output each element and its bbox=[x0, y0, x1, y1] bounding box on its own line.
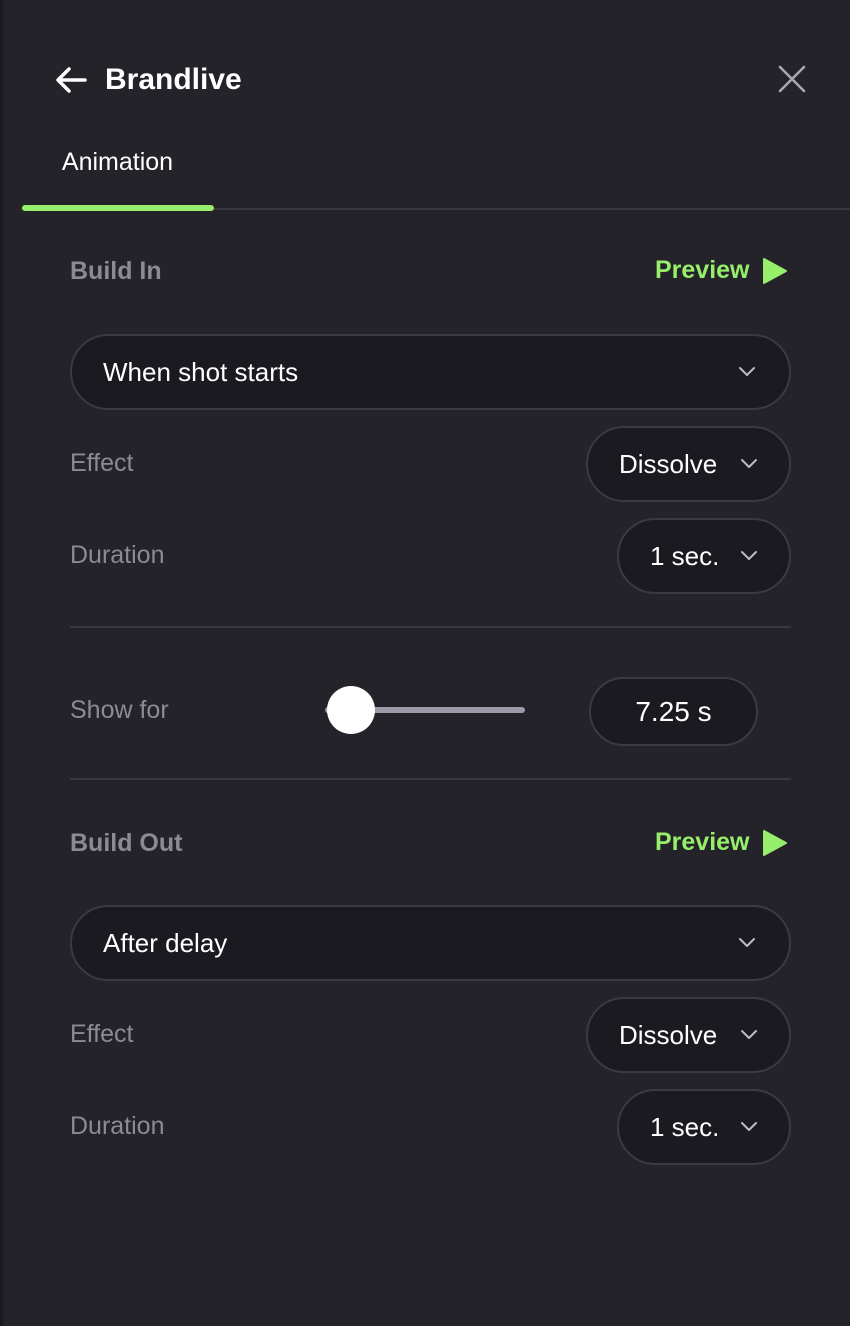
chevron-down-icon bbox=[739, 1025, 759, 1045]
build-out-effect-select[interactable]: Dissolve bbox=[586, 997, 791, 1073]
chevron-down-icon bbox=[739, 1117, 759, 1137]
chevron-down-icon bbox=[739, 454, 759, 474]
back-button[interactable] bbox=[53, 62, 89, 98]
build-in-trigger-value: When shot starts bbox=[103, 356, 299, 387]
build-out-duration-label: Duration bbox=[70, 1112, 165, 1140]
build-out-effect-value: Dissolve bbox=[619, 1019, 718, 1050]
build-in-title: Build In bbox=[70, 257, 162, 285]
chevron-down-icon bbox=[737, 362, 757, 382]
active-tab-indicator bbox=[22, 205, 214, 211]
arrow-left-icon bbox=[56, 67, 87, 93]
show-for-value: 7.25 s bbox=[635, 695, 712, 727]
build-out-duration-value: 1 sec. bbox=[650, 1111, 720, 1142]
close-button[interactable] bbox=[773, 60, 811, 98]
show-for-slider-thumb[interactable] bbox=[327, 686, 375, 734]
close-icon bbox=[778, 65, 806, 93]
build-out-effect-label: Effect bbox=[70, 1020, 134, 1048]
play-icon bbox=[762, 257, 787, 284]
build-in-trigger-select[interactable]: When shot starts bbox=[70, 334, 791, 410]
play-icon bbox=[762, 829, 787, 856]
chevron-down-icon bbox=[737, 933, 757, 953]
show-for-label: Show for bbox=[70, 696, 169, 724]
build-in-duration-label: Duration bbox=[70, 541, 165, 569]
build-out-trigger-value: After delay bbox=[103, 927, 228, 958]
preview-label: Preview bbox=[655, 828, 750, 856]
build-in-preview-button[interactable]: Preview bbox=[655, 256, 788, 285]
tab-animation[interactable]: Animation bbox=[21, 130, 214, 210]
build-in-duration-value: 1 sec. bbox=[650, 540, 720, 571]
build-in-duration-select[interactable]: 1 sec. bbox=[617, 518, 791, 594]
build-in-effect-select[interactable]: Dissolve bbox=[586, 426, 791, 502]
section-divider bbox=[70, 626, 791, 628]
build-out-trigger-select[interactable]: After delay bbox=[70, 905, 791, 981]
chevron-down-icon bbox=[739, 546, 759, 566]
animation-panel: Brandlive Animation Build In Preview Whe… bbox=[0, 0, 850, 1326]
build-in-effect-label: Effect bbox=[70, 449, 134, 477]
panel-title: Brandlive bbox=[105, 63, 242, 96]
build-in-effect-value: Dissolve bbox=[619, 448, 718, 479]
build-out-duration-select[interactable]: 1 sec. bbox=[617, 1089, 791, 1165]
build-out-title: Build Out bbox=[70, 829, 183, 857]
section-divider bbox=[70, 778, 791, 780]
build-out-preview-button[interactable]: Preview bbox=[655, 828, 788, 857]
preview-label: Preview bbox=[655, 256, 750, 284]
show-for-value-field[interactable]: 7.25 s bbox=[589, 677, 758, 746]
tab-bar: Animation bbox=[21, 130, 850, 211]
tab-label: Animation bbox=[61, 148, 174, 176]
